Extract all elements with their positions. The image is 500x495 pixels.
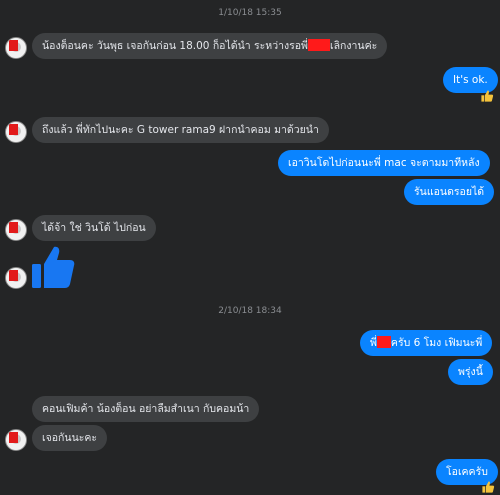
message-bubble-outgoing[interactable]: พรุ่งนี้ — [448, 359, 493, 385]
message-text: รันแอนดรอยได้ — [414, 186, 485, 198]
avatar[interactable] — [5, 121, 27, 143]
message-text: It's ok. — [453, 74, 488, 86]
like-reaction-icon — [482, 481, 495, 493]
avatar[interactable] — [5, 267, 27, 289]
redaction-mark — [376, 336, 391, 348]
message-text: พี่ — [370, 337, 377, 349]
message-text: ครับ 6 โมง เฟิมนะพี่ — [390, 337, 483, 349]
message-bubble-incoming[interactable]: น้องต็อนคะ วันพุธ เจอกันก่อน 18.00 ก็อได… — [32, 33, 388, 59]
message-bubble-outgoing[interactable]: เอาวินโดไปก่อนนะพี่ mac จะตามมาทีหลัง — [278, 150, 490, 176]
avatar[interactable] — [5, 37, 27, 59]
message-bubble-incoming[interactable]: เจอกันนะคะ — [32, 425, 108, 451]
message-text: น้องต็อนคะ วันพุธ เจอกันก่อน 18.00 ก็อได… — [42, 40, 308, 52]
like-icon[interactable] — [30, 244, 76, 290]
message-bubble-incoming[interactable]: คอนเฟิมค้า น้องต็อน อย่าลืมสำเนา กับคอมน… — [32, 396, 260, 422]
timestamp: 2/10/18 18:34 — [218, 306, 282, 316]
message-text: ถึงแล้ว พี่ทักไปนะคะ G tower rama9 ฝากนำ… — [42, 124, 319, 136]
timestamp: 1/10/18 15:35 — [218, 8, 282, 18]
avatar[interactable] — [5, 219, 27, 241]
message-text: ได้จ้า ใช่ วินโด้ ไปก่อน — [42, 222, 146, 234]
message-text: เลิกงานค่ะ — [329, 40, 378, 52]
message-bubble-incoming[interactable]: ได้จ้า ใช่ วินโด้ ไปก่อน — [32, 215, 156, 241]
like-reaction-icon — [481, 90, 494, 102]
message-bubble-outgoing[interactable]: พี่ ครับ 6 โมง เฟิมนะพี่ — [360, 330, 493, 356]
redaction-mark — [307, 39, 330, 51]
message-text: เจอกันนะคะ — [42, 432, 98, 444]
message-text: เอาวินโดไปก่อนนะพี่ mac จะตามมาทีหลัง — [288, 157, 480, 169]
avatar[interactable] — [5, 429, 27, 451]
message-bubble-incoming[interactable]: ถึงแล้ว พี่ทักไปนะคะ G tower rama9 ฝากนำ… — [32, 117, 329, 143]
message-text: พรุ่งนี้ — [458, 366, 483, 378]
message-bubble-outgoing[interactable]: รันแอนดรอยได้ — [404, 179, 495, 205]
message-text: โอเคครับ — [446, 466, 488, 478]
message-text: คอนเฟิมค้า น้องต็อน อย่าลืมสำเนา กับคอมน… — [42, 403, 250, 415]
